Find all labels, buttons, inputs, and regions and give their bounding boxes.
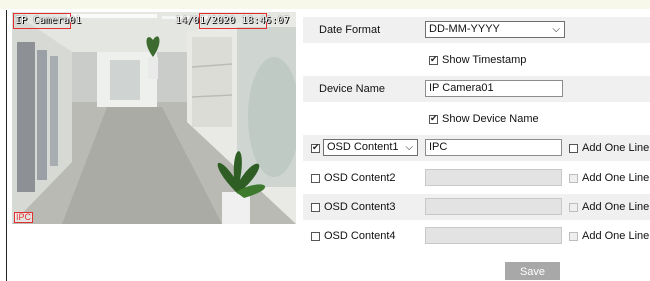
osd-content4-add-line[interactable]: Add One Line [569,230,649,242]
osd-content1-input[interactable]: IPC [425,139,562,156]
osd-content1-add-line[interactable]: Add One Line [569,142,649,154]
osd-content1-select[interactable]: OSD Content1 ⌵ [323,139,418,156]
osd-content2-row: OSD Content2 Add One Line [303,165,650,191]
left-divider [6,10,7,281]
show-timestamp-row: Show Timestamp [303,47,650,73]
osd-content3-label: OSD Content3 [324,201,396,214]
ipc-osd-text[interactable]: IPC [14,212,34,223]
osd-content3-checkbox-line[interactable]: OSD Content3 [311,201,396,213]
osd-content4-row: OSD Content4 Add One Line [303,223,650,249]
osd-content4-add-line-label: Add One Line [582,230,650,243]
osd-content1-add-line-label: Add One Line [582,142,650,155]
osd-content1-select-value: OSD Content1 [327,141,399,153]
osd-content2-add-line-checkbox[interactable] [569,173,578,183]
show-timestamp-checkbox-line[interactable]: Show Timestamp [429,54,526,66]
camera-preview: IP Camera01 14/01/2020 18:46:07 IPC [12,12,296,224]
corridor-scene-image [12,12,296,224]
show-timestamp-label: Show Timestamp [442,54,527,67]
show-device-name-checkbox-line[interactable]: Show Device Name [429,113,539,125]
osd-content4-checkbox[interactable] [311,231,320,241]
osd-content2-add-line-label: Add One Line [582,172,650,185]
device-name-osd-text: IP Camera01 [15,15,82,26]
osd-content2-checkbox[interactable] [311,173,320,183]
show-device-name-checkbox[interactable] [429,113,438,124]
osd-content4-checkbox-line[interactable]: OSD Content4 [311,230,396,242]
osd-content2-label: OSD Content2 [324,172,396,185]
chevron-down-icon: ⌵ [405,142,413,153]
save-button[interactable]: Save [505,262,560,280]
osd-content3-checkbox[interactable] [311,202,320,212]
device-name-row: Device Name IP Camera01 [303,76,650,102]
top-strip [0,0,650,9]
osd-content1-checkbox[interactable] [311,142,320,153]
osd-content4-input[interactable] [425,227,562,244]
date-format-value: DD-MM-YYYY [429,23,500,35]
osd-content1-row: OSD Content1 ⌵ IPC Add One Line [303,135,650,161]
date-format-select[interactable]: DD-MM-YYYY ⌵ [425,21,565,38]
date-format-row: Date Format DD-MM-YYYY ⌵ [303,17,650,43]
osd-content3-add-line-checkbox[interactable] [569,202,578,212]
show-timestamp-checkbox[interactable] [429,54,438,65]
chevron-down-icon: ⌵ [552,24,560,35]
timestamp-osd-text: 14/01/2020 18:46:07 [175,15,290,26]
device-name-label: Device Name [319,83,386,95]
osd-content1-add-line-checkbox[interactable] [569,143,578,153]
osd-content3-add-line-label: Add One Line [582,201,650,214]
osd-content3-row: OSD Content3 Add One Line [303,194,650,220]
show-device-name-label: Show Device Name [442,113,539,126]
show-device-name-row: Show Device Name [303,106,650,132]
osd-content4-add-line-checkbox[interactable] [569,231,578,241]
osd-content2-add-line[interactable]: Add One Line [569,172,649,184]
osd-content2-checkbox-line[interactable]: OSD Content2 [311,172,396,184]
osd-content3-add-line[interactable]: Add One Line [569,201,649,213]
osd-content3-input[interactable] [425,198,562,215]
osd-content4-label: OSD Content4 [324,230,396,243]
date-format-label: Date Format [319,24,381,36]
device-name-input[interactable]: IP Camera01 [425,80,563,97]
osd-content2-input[interactable] [425,169,562,186]
